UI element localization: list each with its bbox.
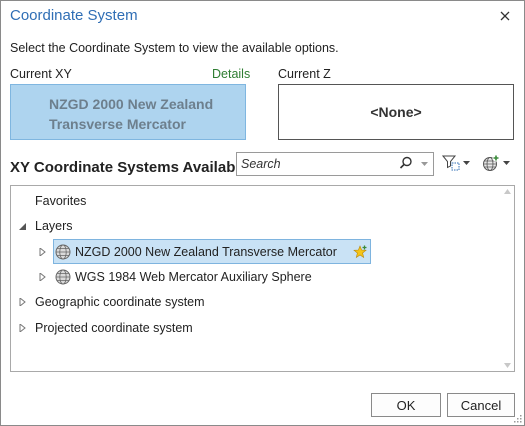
current-z-label: Current Z — [278, 67, 331, 81]
add-coordinate-system-button[interactable] — [482, 152, 510, 174]
current-xy-value-line2: Transverse Mercator — [49, 116, 186, 132]
tree-item-layer-wgs84[interactable]: WGS 1984 Web Mercator Auxiliary Sphere — [75, 265, 312, 289]
search-box — [236, 152, 434, 176]
search-icon[interactable] — [399, 156, 413, 170]
tree-item-layer-nzgd[interactable]: NZGD 2000 New Zealand Transverse Mercato… — [75, 240, 337, 264]
coordinate-system-dialog: Coordinate System Select the Coordinate … — [0, 0, 525, 426]
collapsed-triangle-icon[interactable] — [39, 248, 47, 256]
ok-button[interactable]: OK — [371, 393, 441, 417]
title-bar: Coordinate System — [1, 1, 524, 31]
tree-item-favorites[interactable]: Favorites — [35, 189, 86, 213]
filter-button[interactable] — [442, 152, 470, 174]
collapsed-triangle-icon[interactable] — [39, 273, 47, 281]
globe-icon — [55, 269, 71, 285]
cancel-button[interactable]: Cancel — [447, 393, 515, 417]
current-z-box[interactable]: <None> — [278, 84, 514, 140]
dialog-title: Coordinate System — [10, 7, 138, 24]
intro-text: Select the Coordinate System to view the… — [10, 41, 339, 55]
scroll-up-icon[interactable] — [504, 189, 511, 194]
chevron-down-icon[interactable] — [421, 162, 428, 166]
coordinate-system-tree: Favorites Layers NZGD 2000 New Zealand T… — [10, 185, 515, 372]
search-input[interactable] — [241, 155, 391, 173]
current-xy-value-line1: NZGD 2000 New Zealand — [49, 96, 214, 112]
expanded-triangle-icon[interactable] — [19, 223, 27, 231]
collapsed-triangle-icon[interactable] — [19, 324, 27, 332]
details-link[interactable]: Details — [212, 67, 250, 81]
star-add-icon[interactable] — [353, 245, 367, 259]
globe-add-icon — [483, 154, 500, 171]
scroll-down-icon[interactable] — [504, 363, 511, 368]
current-xy-label: Current XY — [10, 67, 72, 81]
filter-icon — [442, 155, 460, 171]
close-button[interactable] — [494, 5, 516, 27]
close-icon — [500, 11, 510, 21]
resize-grip-icon[interactable] — [513, 414, 522, 423]
chevron-down-icon — [503, 161, 510, 165]
chevron-down-icon — [463, 161, 470, 165]
tree-item-projected[interactable]: Projected coordinate system — [35, 316, 193, 340]
available-heading: XY Coordinate Systems Available — [10, 159, 248, 176]
globe-icon — [55, 244, 71, 260]
current-xy-box[interactable]: NZGD 2000 New Zealand Transverse Mercato… — [10, 84, 246, 140]
tree-item-layers[interactable]: Layers — [35, 214, 73, 238]
tree-item-geographic[interactable]: Geographic coordinate system — [35, 290, 205, 314]
current-z-value: <None> — [370, 104, 422, 120]
collapsed-triangle-icon[interactable] — [19, 298, 27, 306]
